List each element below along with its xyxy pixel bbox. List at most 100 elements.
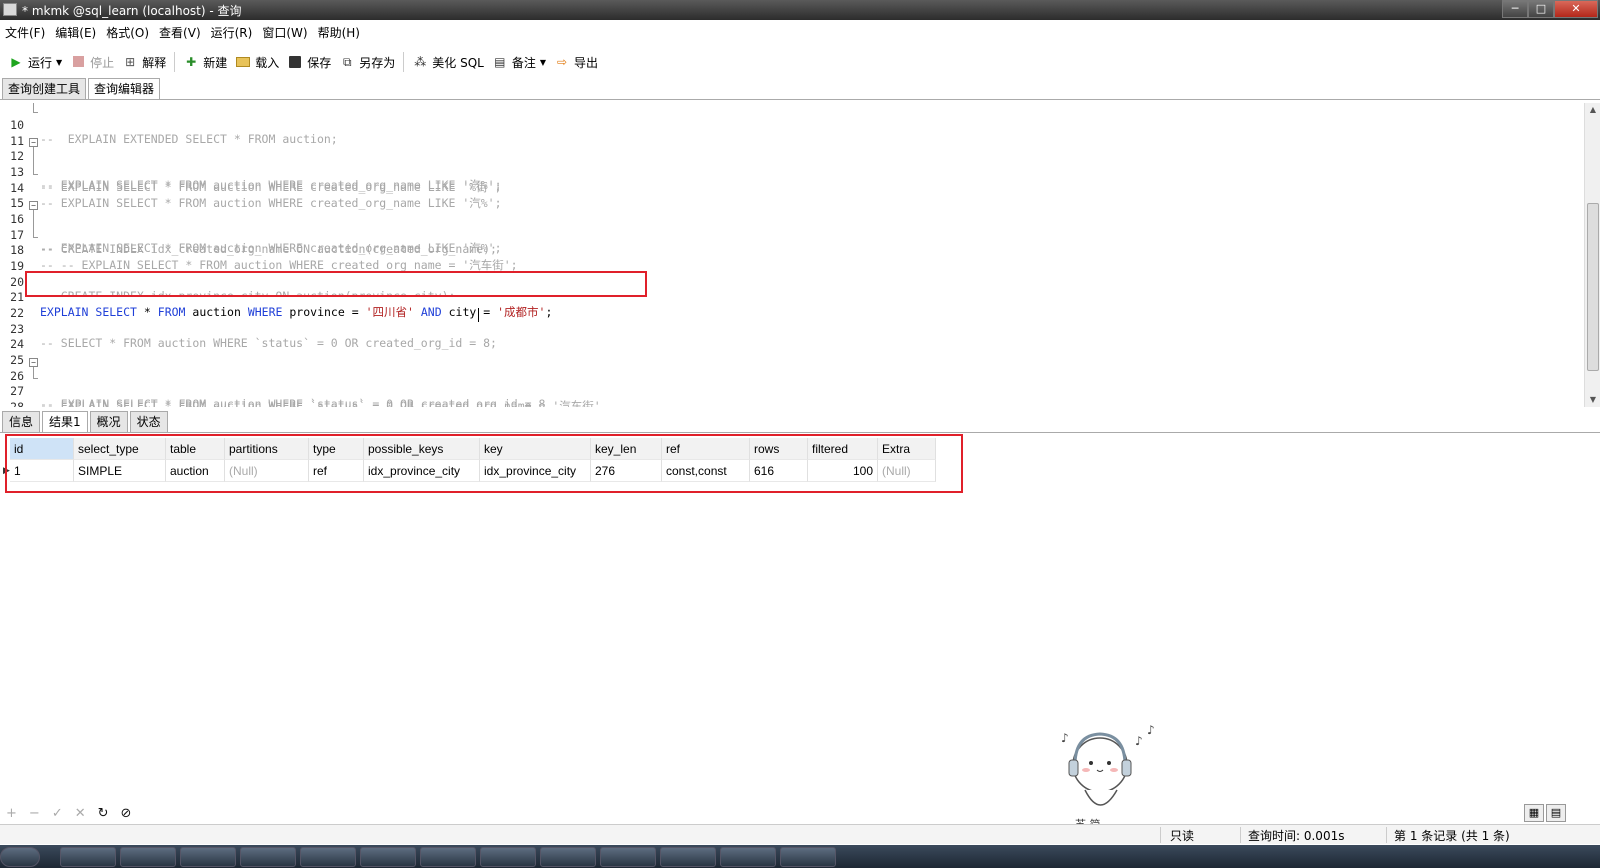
taskbar-app[interactable]	[720, 847, 776, 867]
form-view-icon[interactable]: ▤	[1546, 804, 1566, 822]
menu-window[interactable]: 窗口(W)	[257, 22, 312, 44]
record-count: 第 1 条记录 (共 1 条)	[1394, 829, 1510, 843]
save-button[interactable]: 保存	[283, 49, 335, 75]
taskbar-app[interactable]	[600, 847, 656, 867]
play-icon: ▶	[11, 55, 21, 69]
load-button[interactable]: 载入	[231, 49, 283, 75]
taskbar-app[interactable]	[240, 847, 296, 867]
scroll-thumb[interactable]	[1587, 203, 1599, 371]
result-highlight-box	[5, 434, 963, 493]
editor-scrollbar[interactable]: ▲ ▼	[1584, 103, 1600, 407]
tab-query-editor[interactable]: 查询编辑器	[88, 78, 161, 100]
taskbar-app[interactable]	[60, 847, 116, 867]
delete-record-icon[interactable]: −	[29, 806, 40, 821]
menu-format[interactable]: 格式(O)	[101, 22, 154, 44]
menu-edit[interactable]: 编辑(E)	[50, 22, 101, 44]
save-as-icon: ⧉	[342, 55, 352, 69]
save-as-label: 另存为	[359, 55, 396, 70]
status-bar: 只读 查询时间: 0.001s 第 1 条记录 (共 1 条)	[0, 824, 1600, 844]
toolbar: ▶ 运行 ▼ 停止 ⊞ 解释 ✚ 新建 载入 保存 ⧉ 另存为 ⁂ 美化 SQL…	[0, 47, 1600, 77]
tab-status[interactable]: 状态	[129, 411, 168, 433]
stop-button[interactable]: 停止	[66, 49, 118, 75]
result-tabs: 信息 结果1 概况 状态	[2, 411, 170, 433]
tab-divider	[0, 99, 1600, 100]
code-line: 27 -- EXPLAIN SELECT * FROM auction WHER…	[0, 370, 1580, 407]
app-icon	[3, 3, 17, 16]
toolbar-divider	[403, 52, 405, 72]
maximize-button[interactable]: □	[1528, 0, 1554, 18]
code-line: 28	[0, 386, 1580, 407]
new-icon: ✚	[186, 55, 197, 69]
status-divider	[1160, 827, 1161, 843]
code-line: 14 -- EXPLAIN SELECT * FROM auction WHER…	[0, 167, 1580, 210]
stop-icon	[70, 54, 86, 70]
fold-toggle-icon[interactable]: −	[29, 201, 38, 210]
taskbar-app[interactable]	[480, 847, 536, 867]
chevron-down-icon[interactable]: ▼	[540, 58, 546, 67]
code-line: 13 -- EXPLAIN SELECT * FROM auction WHER…	[0, 151, 1580, 194]
window-title: * mkmk @sql_learn (localhost) - 查询	[22, 4, 242, 18]
status-divider	[1240, 827, 1241, 843]
export-button[interactable]: ⇨ 导出	[550, 49, 602, 75]
menu-view[interactable]: 查看(V)	[154, 22, 206, 44]
explain-label: 解释	[142, 55, 167, 70]
grid-view-icon[interactable]: ▦	[1524, 804, 1544, 822]
code-line: 26 − -- EXPLAIN SELECT * FROM auction WH…	[0, 355, 1580, 407]
folder-icon	[235, 54, 251, 70]
taskbar-app[interactable]	[360, 847, 416, 867]
fold-toggle-icon[interactable]: −	[29, 138, 38, 147]
code-line: 24	[0, 323, 1580, 351]
comment-button[interactable]: ▤ 备注 ▼	[488, 49, 550, 75]
start-button[interactable]	[0, 847, 40, 867]
code-line: 25	[0, 339, 1580, 367]
save-as-button[interactable]: ⧉ 另存为	[335, 49, 399, 75]
run-label: 运行	[28, 55, 53, 70]
menu-run[interactable]: 运行(R)	[206, 22, 258, 44]
new-button[interactable]: ✚ 新建	[179, 49, 231, 75]
discard-changes-icon[interactable]: ✕	[75, 806, 86, 821]
taskbar-app[interactable]	[180, 847, 236, 867]
beautify-sql-button[interactable]: ⁂ 美化 SQL	[408, 49, 488, 75]
magic-wand-icon: ⁂	[414, 55, 427, 69]
stop-icon[interactable]: ⊘	[121, 806, 132, 821]
taskbar-app[interactable]	[660, 847, 716, 867]
chevron-down-icon[interactable]: ▼	[56, 58, 62, 67]
taskbar-app[interactable]	[120, 847, 176, 867]
taskbar-app[interactable]	[780, 847, 836, 867]
tab-info[interactable]: 信息	[2, 411, 41, 433]
run-button[interactable]: ▶ 运行 ▼	[4, 49, 66, 75]
minimize-button[interactable]: ─	[1502, 0, 1528, 18]
scroll-up-icon[interactable]: ▲	[1585, 103, 1600, 117]
code-line: 23 -- SELECT * FROM auction WHERE `statu…	[0, 308, 1580, 350]
export-icon: ⇨	[556, 55, 568, 69]
scroll-down-icon[interactable]: ▼	[1585, 393, 1600, 407]
fold-toggle-icon[interactable]: −	[29, 358, 38, 367]
title-bar: * mkmk @sql_learn (localhost) - 查询 ─ □ ✕	[0, 0, 1600, 20]
tab-divider	[0, 432, 1600, 433]
save-label: 保存	[307, 55, 332, 70]
taskbar-app[interactable]	[300, 847, 356, 867]
view-switcher: ▦ ▤	[1524, 804, 1566, 822]
menu-file[interactable]: 文件(F)	[0, 22, 50, 44]
close-button[interactable]: ✕	[1554, 0, 1598, 18]
export-label: 导出	[574, 55, 599, 70]
stop-label: 停止	[90, 55, 115, 70]
apply-changes-icon[interactable]: ✓	[52, 806, 63, 821]
tab-profile[interactable]: 概况	[89, 411, 128, 433]
taskbar-app[interactable]	[540, 847, 596, 867]
explain-button[interactable]: ⊞ 解释	[118, 49, 170, 75]
taskbar-app[interactable]	[420, 847, 476, 867]
query-highlight-box	[25, 271, 647, 297]
sql-editor[interactable]: 10 -- EXPLAIN EXTENDED SELECT * FROM auc…	[0, 103, 1584, 407]
grid-toolbar: + − ✓ ✕ ↻ ⊘	[6, 806, 131, 821]
svg-text:♪: ♪	[1135, 734, 1143, 748]
tab-query-builder[interactable]: 查询创建工具	[2, 78, 87, 100]
add-record-icon[interactable]: +	[6, 806, 17, 821]
code-line: 10 -- EXPLAIN EXTENDED SELECT * FROM auc…	[0, 104, 1580, 146]
refresh-icon[interactable]: ↻	[98, 806, 109, 821]
tab-result1[interactable]: 结果1	[42, 411, 88, 433]
comment-label: 备注	[511, 55, 536, 70]
menu-help[interactable]: 帮助(H)	[313, 22, 365, 44]
menu-bar: 文件(F) 编辑(E) 格式(O) 查看(V) 运行(R) 窗口(W) 帮助(H…	[0, 22, 1600, 44]
status-divider	[1386, 827, 1387, 843]
